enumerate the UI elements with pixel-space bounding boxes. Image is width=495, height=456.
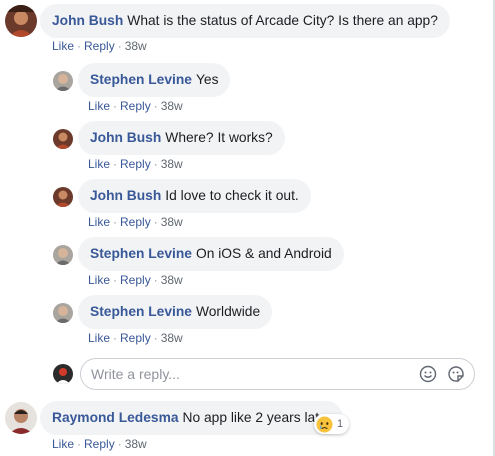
reaction-badge[interactable]: 1	[314, 414, 350, 434]
comment-author[interactable]: Raymond Ledesma	[52, 410, 179, 425]
reply-text: Id love to check it out.	[165, 188, 299, 203]
emoji-icon[interactable]	[419, 365, 437, 383]
like-button[interactable]: Like	[88, 157, 110, 171]
reply-text: Worldwide	[195, 304, 261, 319]
reply-button[interactable]: Reply	[120, 273, 151, 287]
reply-actions: Like · Reply · 38w	[88, 215, 183, 229]
like-button[interactable]: Like	[52, 437, 74, 451]
reply-button[interactable]: Reply	[120, 331, 151, 345]
comment-bubble: John Bush What is the status of Arcade Ci…	[40, 4, 450, 38]
sad-face-icon	[316, 415, 333, 433]
timestamp[interactable]: 38w	[161, 99, 183, 113]
reply-author[interactable]: John Bush	[90, 130, 161, 145]
reply-actions: Like · Reply · 38w	[88, 273, 183, 287]
reply-text: Yes	[195, 72, 219, 87]
like-button[interactable]: Like	[88, 273, 110, 287]
reply-bubble: Stephen Levine Yes	[78, 63, 231, 97]
reply-bubble: John Bush Where? It works?	[78, 121, 285, 155]
reply-bubble: John Bush Id love to check it out.	[78, 179, 311, 213]
comment-text: What is the status of Arcade City? Is th…	[127, 13, 438, 28]
like-button[interactable]: Like	[88, 215, 110, 229]
reply-button[interactable]: Reply	[120, 215, 151, 229]
avatar[interactable]	[53, 303, 73, 323]
reply-text: Where? It works?	[165, 130, 273, 145]
reply-bubble: Stephen Levine On iOS & and Android	[78, 237, 344, 271]
reply-button[interactable]: Reply	[120, 99, 151, 113]
timestamp[interactable]: 38w	[161, 215, 183, 229]
avatar[interactable]	[53, 129, 73, 149]
avatar[interactable]	[5, 402, 37, 434]
like-button[interactable]: Like	[88, 331, 110, 345]
timestamp[interactable]: 38w	[161, 157, 183, 171]
timestamp[interactable]: 38w	[161, 273, 183, 287]
comment-text: No app like 2 years later	[182, 410, 332, 425]
comment-bubble: Raymond Ledesma No app like 2 years later	[40, 401, 344, 435]
reply-composer	[80, 358, 475, 390]
reply-button[interactable]: Reply	[84, 437, 115, 451]
reply-bubble: Stephen Levine Worldwide	[78, 295, 273, 329]
timestamp[interactable]: 38w	[161, 331, 183, 345]
comment-actions: Like · Reply · 38w	[52, 39, 147, 53]
comment-author[interactable]: John Bush	[52, 13, 123, 28]
reply-button[interactable]: Reply	[120, 157, 151, 171]
reply-author[interactable]: Stephen Levine	[90, 72, 192, 87]
reply-input[interactable]	[91, 359, 411, 389]
timestamp[interactable]: 38w	[125, 437, 147, 451]
like-button[interactable]: Like	[88, 99, 110, 113]
sticker-icon[interactable]	[447, 365, 465, 383]
reply-author[interactable]: Stephen Levine	[90, 304, 192, 319]
reaction-count: 1	[337, 418, 344, 430]
avatar[interactable]	[5, 5, 37, 37]
like-button[interactable]: Like	[52, 39, 74, 53]
avatar[interactable]	[53, 245, 73, 265]
comment-actions: Like · Reply · 38w	[52, 437, 147, 451]
reply-author[interactable]: John Bush	[90, 188, 161, 203]
reply-actions: Like · Reply · 38w	[88, 157, 183, 171]
avatar[interactable]	[53, 71, 73, 91]
reply-actions: Like · Reply · 38w	[88, 99, 183, 113]
reply-author[interactable]: Stephen Levine	[90, 246, 192, 261]
current-user-avatar	[53, 364, 73, 384]
reply-actions: Like · Reply · 38w	[88, 331, 183, 345]
reply-button[interactable]: Reply	[84, 39, 115, 53]
reply-text: On iOS & and Android	[195, 246, 332, 261]
timestamp[interactable]: 38w	[125, 39, 147, 53]
avatar[interactable]	[53, 187, 73, 207]
